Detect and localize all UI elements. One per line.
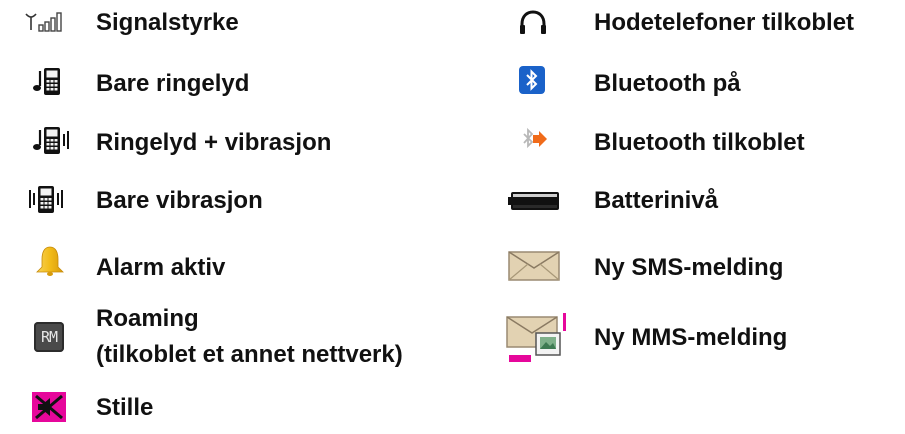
sms-label: Ny SMS-melding <box>594 254 784 281</box>
mms-label: Ny MMS-melding <box>594 324 788 351</box>
roaming-icon-text: RM <box>40 328 58 346</box>
ring-vibrate-label: Ringelyd + vibrasjon <box>96 129 332 156</box>
mms-envelope-icon <box>505 313 569 363</box>
signal-strength-label: Signalstyrke <box>96 9 239 36</box>
ring-vibrate-icon <box>32 126 78 156</box>
bluetooth-on-icon <box>519 66 545 94</box>
ring-only-label: Bare ringelyd <box>96 70 250 97</box>
bluetooth-connected-label: Bluetooth tilkoblet <box>594 129 805 156</box>
roaming-label: Roaming <box>96 305 199 332</box>
roaming-icon: RM <box>34 322 64 352</box>
headphones-label: Hodetelefoner tilkoblet <box>594 9 855 36</box>
bluetooth-connected-icon <box>520 126 554 154</box>
vibrate-only-icon <box>26 185 72 215</box>
battery-icon <box>508 191 560 211</box>
roaming-sublabel: (tilkoblet et annet nettverk) <box>96 341 403 368</box>
bluetooth-on-label: Bluetooth på <box>594 70 741 97</box>
headphones-icon <box>518 10 548 36</box>
alarm-bell-icon <box>34 245 66 277</box>
silent-mode-icon <box>32 392 66 422</box>
signal-strength-icon <box>24 10 68 34</box>
sms-envelope-icon <box>508 251 560 281</box>
silent-label: Stille <box>96 394 154 421</box>
ring-only-icon <box>32 67 68 97</box>
battery-label: Batterinivå <box>594 187 719 214</box>
alarm-label: Alarm aktiv <box>96 254 226 281</box>
vibrate-only-label: Bare vibrasjon <box>96 187 263 214</box>
